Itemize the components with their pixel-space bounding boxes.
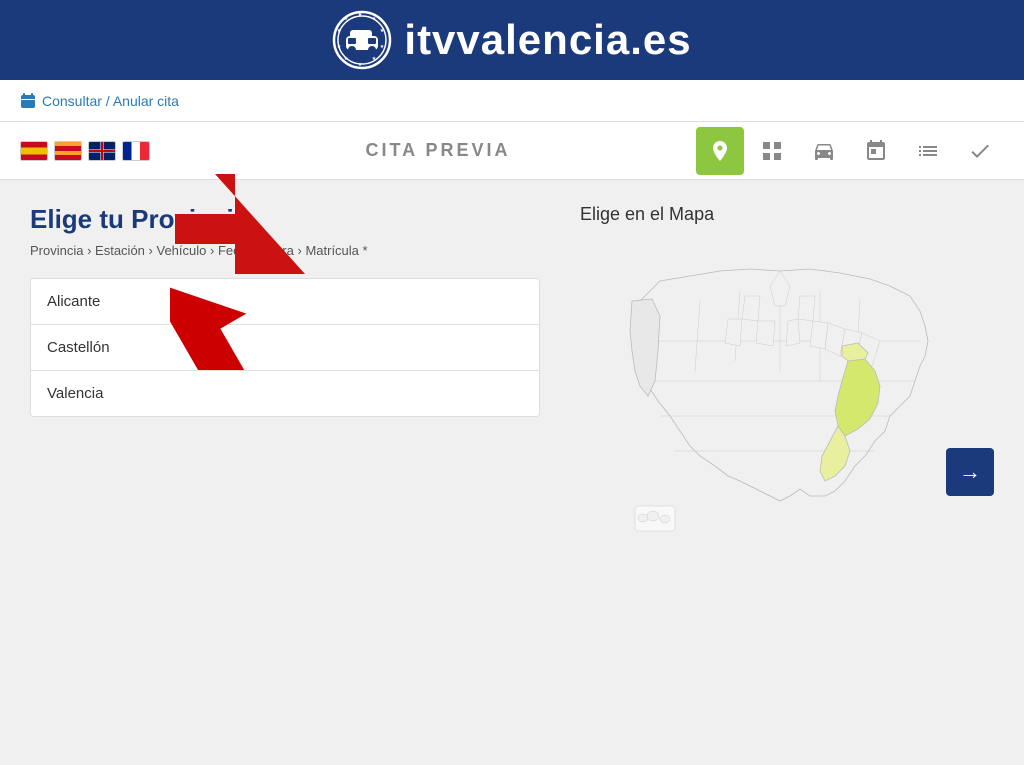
svg-text:★: ★ bbox=[372, 56, 377, 62]
nav-icon-car[interactable] bbox=[800, 127, 848, 175]
svg-text:★: ★ bbox=[380, 28, 385, 34]
svg-text:★: ★ bbox=[344, 56, 349, 62]
calendar-small-icon bbox=[20, 93, 36, 109]
left-panel: Elige tu Provincia Provincia › Estación … bbox=[30, 204, 540, 736]
check-icon bbox=[968, 139, 992, 163]
province-item-alicante[interactable]: Alicante bbox=[31, 279, 539, 325]
breadcrumb-vehiculo: Vehículo bbox=[157, 243, 207, 258]
svg-text:★: ★ bbox=[337, 44, 342, 50]
nav-icons bbox=[696, 127, 1004, 175]
breadcrumb: Provincia › Estación › Vehículo › Fecha … bbox=[30, 243, 540, 258]
map-title: Elige en el Mapa bbox=[580, 204, 1000, 225]
site-title: itvvalencia.es bbox=[404, 16, 691, 64]
breadcrumb-fecha: Fecha bbox=[218, 243, 254, 258]
svg-text:★: ★ bbox=[372, 16, 377, 22]
nav-icon-check[interactable] bbox=[956, 127, 1004, 175]
top-bar: Consultar / Anular cita bbox=[0, 80, 1024, 122]
province-item-valencia[interactable]: Valencia bbox=[31, 371, 539, 416]
nav-icon-grid[interactable] bbox=[748, 127, 796, 175]
location-icon bbox=[708, 139, 732, 163]
grid-icon bbox=[760, 139, 784, 163]
breadcrumb-provincia: Provincia bbox=[30, 243, 83, 258]
nav-title: CITA PREVIA bbox=[365, 140, 510, 161]
nav-bar: CITA PREVIA bbox=[0, 122, 1024, 180]
province-list: Alicante Castellón Valencia bbox=[30, 278, 540, 417]
nav-icon-calendar[interactable] bbox=[852, 127, 900, 175]
flag-ca[interactable] bbox=[54, 141, 82, 161]
flag-fr[interactable] bbox=[122, 141, 150, 161]
svg-text:★: ★ bbox=[358, 62, 363, 68]
spain-map[interactable] bbox=[580, 241, 1000, 561]
header: ★ ★ ★ ★ ★ ★ ★ ★ ★ ★ itvvalencia.es bbox=[0, 0, 1024, 80]
list-icon bbox=[916, 139, 940, 163]
flag-es[interactable] bbox=[20, 141, 48, 161]
nav-icon-list[interactable] bbox=[904, 127, 952, 175]
svg-text:★: ★ bbox=[344, 16, 349, 22]
consultar-link[interactable]: Consultar / Anular cita bbox=[20, 93, 179, 109]
breadcrumb-hora: Hora bbox=[266, 243, 294, 258]
nav-icon-location[interactable] bbox=[696, 127, 744, 175]
svg-text:★: ★ bbox=[358, 12, 363, 18]
page-title: Elige tu Provincia bbox=[30, 204, 540, 235]
header-logo-icon: ★ ★ ★ ★ ★ ★ ★ ★ ★ ★ bbox=[332, 10, 392, 70]
nav-center: CITA PREVIA bbox=[180, 140, 696, 161]
breadcrumb-estacion: Estación bbox=[95, 243, 145, 258]
svg-text:★: ★ bbox=[337, 28, 342, 34]
svg-text:★: ★ bbox=[380, 44, 385, 50]
main-content: Elige tu Provincia Provincia › Estación … bbox=[0, 180, 1024, 760]
spain-map-svg bbox=[580, 241, 1000, 561]
right-panel: Elige en el Mapa bbox=[580, 204, 1000, 736]
flag-uk[interactable] bbox=[88, 141, 116, 161]
breadcrumb-matricula: Matrícula * bbox=[305, 243, 367, 258]
province-item-castellon[interactable]: Castellón bbox=[31, 325, 539, 371]
consultar-text: Consultar / Anular cita bbox=[42, 93, 179, 109]
flag-group bbox=[20, 141, 150, 161]
car-icon bbox=[812, 139, 836, 163]
calendar-icon bbox=[864, 139, 888, 163]
